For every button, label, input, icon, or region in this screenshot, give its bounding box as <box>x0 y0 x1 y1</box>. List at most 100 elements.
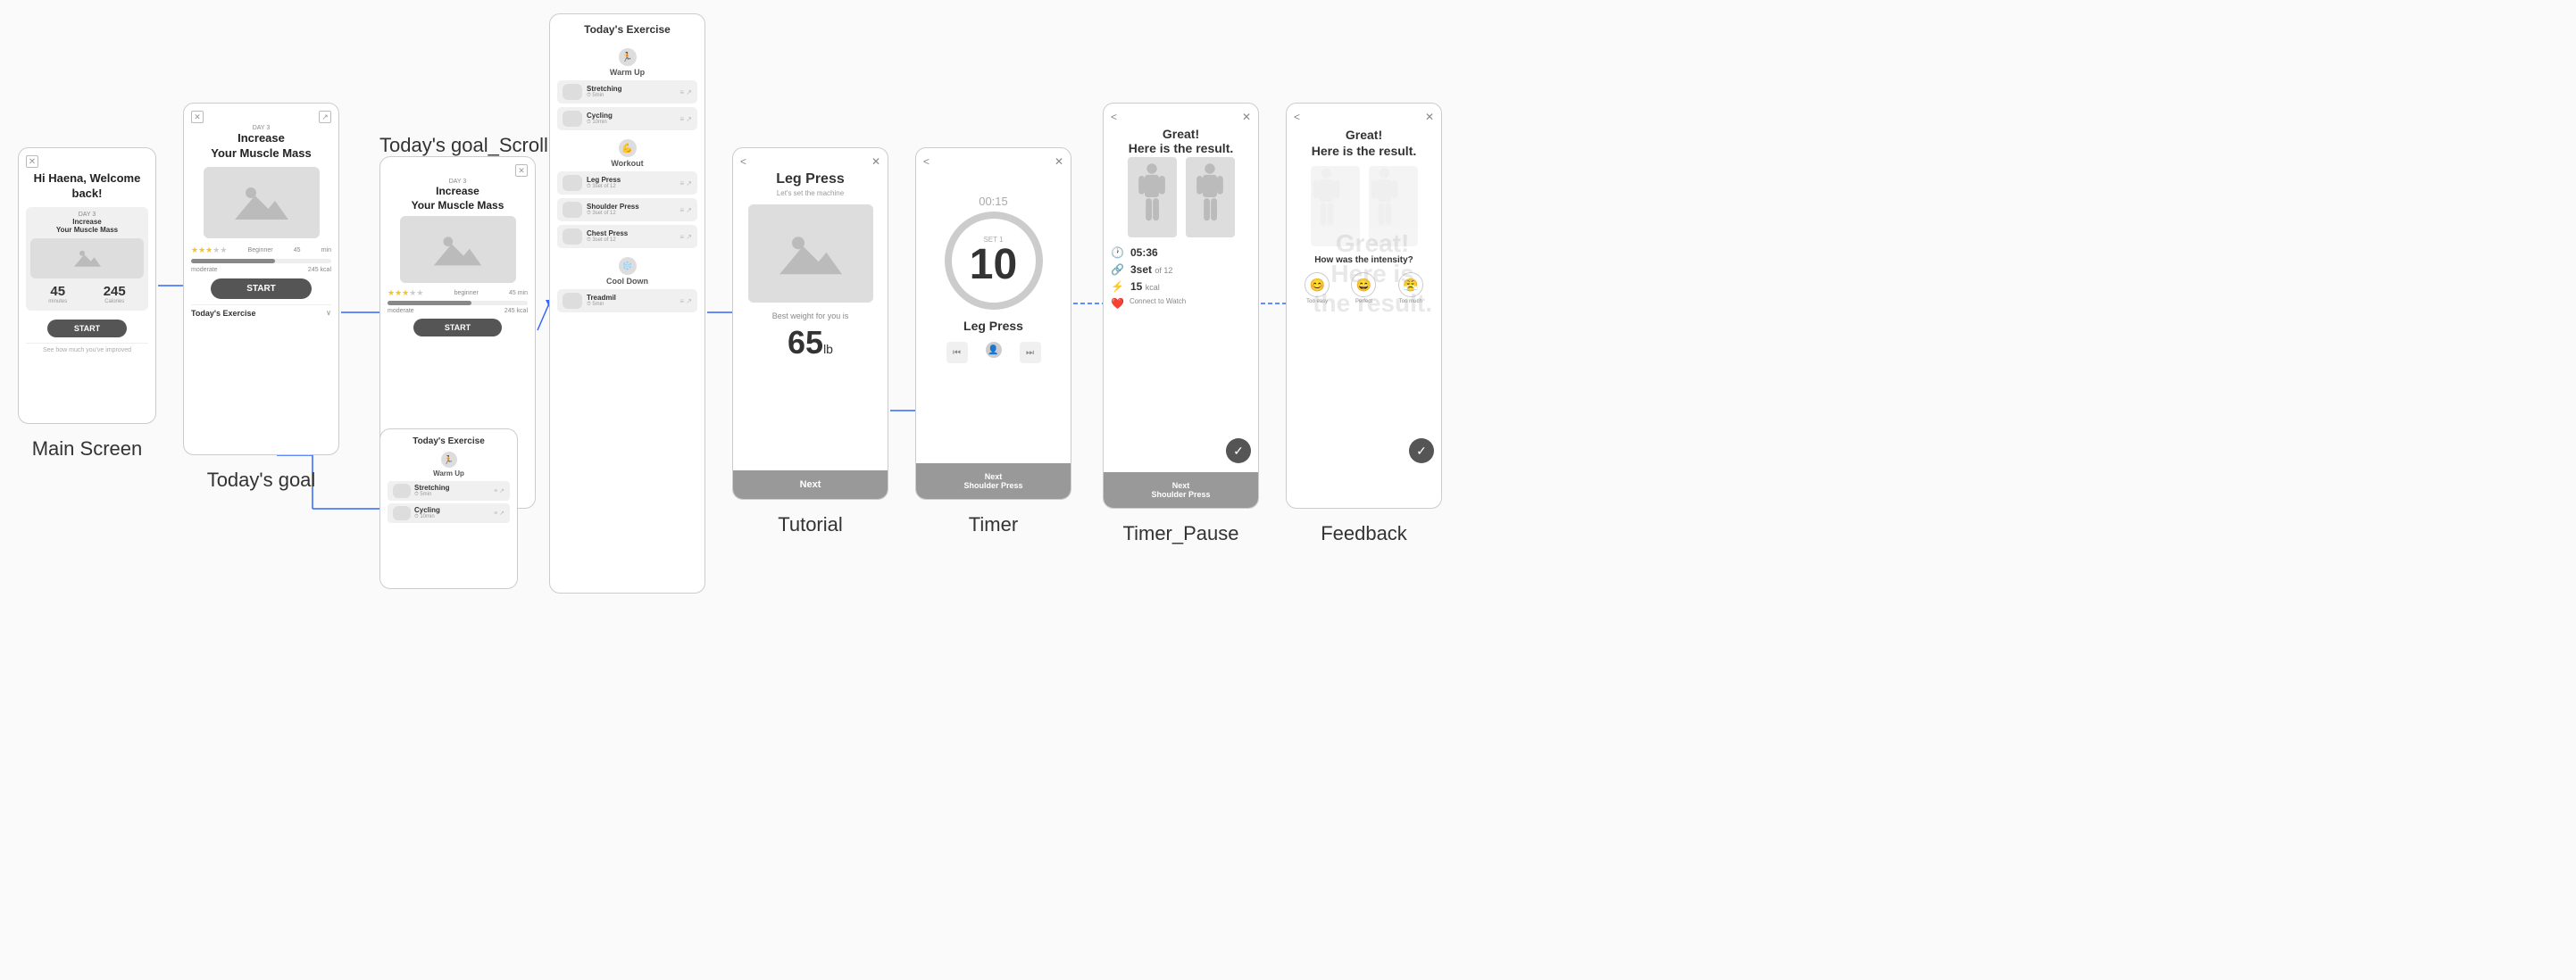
todays-goal-content: ✕ ↗ DAY 3 IncreaseYour Muscle Mass ★★★★★… <box>184 104 338 454</box>
todays-goal-label: Today's goal <box>183 469 339 492</box>
el-workout-name: Workout <box>611 159 643 168</box>
fb-emoji-face-toomuch[interactable]: 😤 <box>1398 272 1423 297</box>
sv-day: DAY 3 <box>388 179 528 185</box>
exercise-list-content: Today's Exercise 🏃 Warm Up Stretching ⏱ … <box>550 14 704 593</box>
el-chestpress-name: Chest Press <box>587 229 628 237</box>
el-cooldown-icon: ❄️ <box>619 257 637 275</box>
fb-emoji-too-easy[interactable]: 😊 Too easy <box>1305 272 1330 304</box>
tut-close-icon[interactable]: ✕ <box>871 155 880 168</box>
tutorial-frame: < ✕ Leg Press Let's set the machine Best… <box>732 147 888 500</box>
tg-level: Beginner <box>248 247 273 253</box>
feedback-label: Feedback <box>1286 522 1442 545</box>
sv-start-button[interactable]: START <box>413 319 502 336</box>
sv-meta-row: moderate 245 kcal <box>388 308 528 314</box>
tp-close-icon[interactable]: ✕ <box>1242 111 1251 123</box>
tg-share-icon[interactable]: ↗ <box>319 111 331 123</box>
timer-pause-label: Timer_Pause <box>1103 522 1259 545</box>
el-stretching-img <box>563 84 582 100</box>
list-item[interactable]: Cycling ⏱ 10min ≡ ↗ <box>557 107 697 130</box>
sv-rating-row: ★★★★★ beginner 45 min <box>388 288 528 298</box>
tmr-next-exercise-button[interactable]: NextShoulder Press <box>916 463 1071 499</box>
sp-warmup-name: Warm Up <box>433 469 464 478</box>
tp-title: Great!Here is the result. <box>1129 127 1234 155</box>
fb-emoji-too-much[interactable]: 😤 Too much <box>1398 272 1423 304</box>
fb-check-button[interactable]: ✓ <box>1409 438 1434 463</box>
el-title: Today's Exercise <box>557 23 697 36</box>
list-item[interactable]: Stretching ⏱ 5min ≡ ↗ <box>557 80 697 104</box>
tmr-close-icon[interactable]: ✕ <box>1055 155 1063 168</box>
el-shoulderpress-name: Shoulder Press <box>587 203 639 211</box>
sv-stars: ★★★★★ <box>388 288 423 298</box>
list-item[interactable]: Cycling ⏱ 10min ≡ ↗ <box>388 503 510 523</box>
list-item[interactable]: Treadmil ⏱ 5min ≡ ↗ <box>557 289 697 312</box>
list-item[interactable]: Stretching ⏱ 5min ≡ ↗ <box>388 481 510 501</box>
list-item[interactable]: Chest Press ⏱ 3set of 12 ≡ ↗ <box>557 225 697 248</box>
main-screen-label: Main Screen <box>18 437 156 461</box>
fb-emoji-face-easy[interactable]: 😊 <box>1305 272 1330 297</box>
tp-kcal-value: 15 kcal <box>1130 280 1160 293</box>
scroll-preview-content: Today's Exercise 🏃 Warm Up Stretching ⏱ … <box>380 429 517 588</box>
tut-image <box>748 204 873 303</box>
tut-weight: 65lb <box>788 324 833 361</box>
list-item[interactable]: Shoulder Press ⏱ 3set of 12 ≡ ↗ <box>557 198 697 221</box>
ms-card: DAY 3 IncreaseYour Muscle Mass 45 minute… <box>26 207 148 311</box>
el-shoulderpress-img <box>563 202 582 218</box>
sv-close-icon[interactable]: ✕ <box>515 164 528 177</box>
fb-body-back <box>1369 166 1418 246</box>
tmr-controls: ⏮ 👤 ⏭ <box>946 342 1041 363</box>
list-item[interactable]: Leg Press ⏱ 3set of 12 ≡ ↗ <box>557 171 697 195</box>
el-section-warmup: 🏃 Warm Up <box>557 48 697 77</box>
tg-close-icon[interactable]: ✕ <box>191 111 204 123</box>
tp-sets-icon: 🔗 <box>1111 263 1125 276</box>
tmr-countdown: 00:15 <box>979 195 1008 208</box>
tp-check-button[interactable]: ✓ <box>1226 438 1251 463</box>
tp-connect-text: Connect to Watch <box>1130 297 1251 305</box>
ms-image <box>30 238 144 278</box>
tmr-top-row: < ✕ <box>923 155 1063 168</box>
ms-card-title: IncreaseYour Muscle Mass <box>30 218 144 235</box>
fb-close-icon[interactable]: ✕ <box>1425 111 1434 123</box>
fb-emoji-face-perfect[interactable]: 😄 <box>1351 272 1376 297</box>
fb-emoji-perfect[interactable]: 😄 Perfect <box>1351 272 1376 304</box>
fb-back-icon[interactable]: < <box>1294 111 1300 123</box>
tg-intensity: moderate <box>191 267 218 273</box>
tg-day: DAY 3 <box>253 125 271 131</box>
fb-emoji-label-perfect: Perfect <box>1355 299 1372 304</box>
tp-back-icon[interactable]: < <box>1111 111 1117 123</box>
el-warmup-icon: 🏃 <box>619 48 637 66</box>
tut-weight-unit: lb <box>823 342 833 356</box>
tg-exercise-label: Today's Exercise ∨ <box>191 309 331 318</box>
tp-next-exercise-button[interactable]: NextShoulder Press <box>1104 472 1258 508</box>
tut-next-button[interactable]: Next <box>733 470 888 499</box>
tp-clock-icon: 🕐 <box>1111 246 1125 259</box>
tmr-next-btn[interactable]: ⏭ <box>1020 342 1041 363</box>
feedback-content: < ✕ Great!Here is the result. <box>1287 104 1441 508</box>
ms-start-button[interactable]: START <box>47 320 127 337</box>
sp-cycling-icons: ≡ ↗ <box>494 510 504 517</box>
tg-progress-fill <box>191 259 275 263</box>
main-close-icon[interactable]: ✕ <box>26 155 38 168</box>
fb-title: Great!Here is the result. <box>1312 127 1417 159</box>
el-cooldown-name: Cool Down <box>606 277 648 286</box>
tut-exercise-name: Leg Press <box>776 171 844 187</box>
tg-duration: 45 <box>294 247 301 253</box>
tp-sets-value: 3set of 12 <box>1130 263 1172 276</box>
fb-question: How was the intensity? <box>1314 255 1413 265</box>
el-shoulderpress-detail: ⏱ 3set of 12 <box>587 211 639 217</box>
el-cycling-detail: ⏱ 10min <box>587 120 613 126</box>
tmr-back-icon[interactable]: < <box>923 155 930 168</box>
el-legpress-name: Leg Press <box>587 176 621 184</box>
fb-body-figure <box>1311 166 1418 246</box>
sp-stretching-img <box>393 484 411 498</box>
sp-title: Today's Exercise <box>388 436 510 446</box>
tp-stat-calories: ⚡ 15 kcal <box>1111 280 1251 293</box>
ms-stats: 45 minutes 245 Calories <box>30 282 144 306</box>
el-treadmill-name: Treadmil <box>587 294 616 302</box>
tp-time-value: 05:36 <box>1130 246 1158 259</box>
el-section-cooldown: ❄️ Cool Down <box>557 257 697 286</box>
tut-back-icon[interactable]: < <box>740 155 746 168</box>
el-legpress-icons: ≡ ↗ <box>679 179 692 187</box>
tg-start-button[interactable]: START <box>211 278 312 299</box>
tmr-prev-btn[interactable]: ⏮ <box>946 342 968 363</box>
tp-kcal-icon: ⚡ <box>1111 280 1125 293</box>
